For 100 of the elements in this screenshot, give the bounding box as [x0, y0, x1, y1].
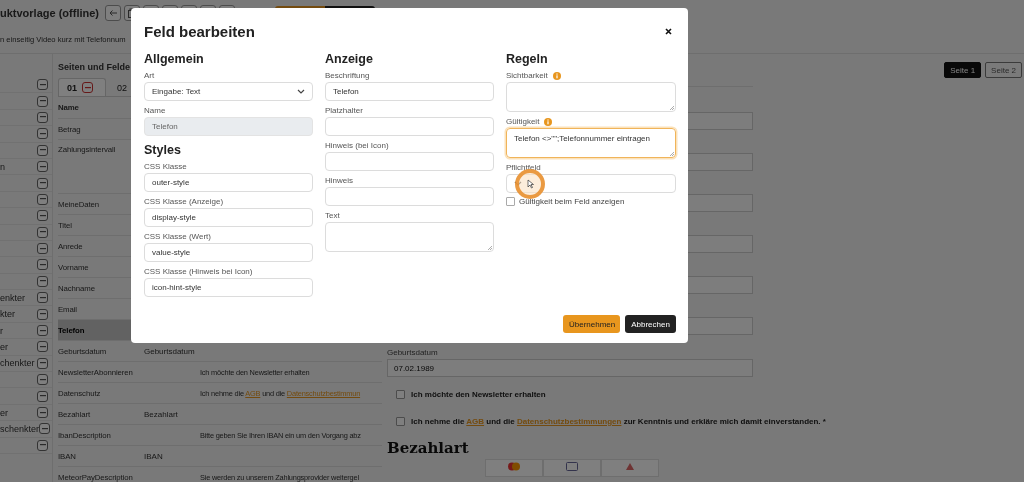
remove-button[interactable]	[37, 226, 48, 238]
minus-icon	[39, 264, 46, 266]
input-field[interactable]	[325, 152, 494, 171]
minus-icon	[84, 86, 91, 89]
input-field[interactable]: icon-hint-style	[144, 278, 313, 297]
sidebar-item[interactable]: schenkter	[0, 423, 40, 434]
sidebar-item[interactable]: er	[0, 407, 8, 418]
table-cell-text: IBAN	[144, 451, 164, 461]
chevron-down-icon	[297, 89, 305, 94]
field-label: Platzhalter	[325, 106, 363, 115]
cursor-icon	[526, 179, 534, 189]
field-label: Hinweis	[325, 176, 353, 185]
remove-button[interactable]	[37, 177, 48, 189]
checkbox-label: Gültigkeit beim Feld anzeigen	[519, 197, 625, 206]
checkbox[interactable]	[506, 197, 515, 206]
remove-button[interactable]	[37, 325, 48, 337]
remove-button[interactable]	[37, 243, 48, 255]
remove-button[interactable]	[39, 423, 51, 435]
payment-option[interactable]	[485, 459, 543, 477]
remove-button[interactable]	[37, 275, 48, 287]
input-field[interactable]	[325, 117, 494, 136]
remove-button[interactable]	[82, 82, 93, 93]
field-label: Art	[144, 71, 155, 80]
page-tab[interactable]: 01	[58, 78, 106, 96]
field-label: Pflichtfeld	[506, 163, 541, 172]
minus-icon	[41, 427, 48, 430]
sidebar-item[interactable]: er	[0, 341, 8, 352]
minus-icon	[39, 362, 46, 365]
remove-button[interactable]	[37, 374, 48, 386]
remove-button[interactable]	[37, 161, 48, 173]
minus-icon	[39, 100, 46, 103]
toolbar-button[interactable]	[105, 5, 121, 21]
minus-icon	[39, 280, 46, 283]
checkbox[interactable]	[396, 389, 405, 399]
field-label: Sichtbarkeit	[506, 71, 548, 80]
remove-button[interactable]	[37, 79, 48, 91]
input-field[interactable]: outer-style	[144, 173, 313, 192]
minus-icon	[39, 444, 46, 447]
minus-icon	[39, 165, 46, 168]
resize-handle-icon	[669, 105, 674, 110]
minus-icon	[39, 329, 46, 332]
minus-icon	[39, 182, 46, 185]
remove-button[interactable]	[37, 341, 48, 353]
remove-button[interactable]	[37, 144, 48, 156]
tab-label[interactable]: 01	[67, 82, 77, 93]
input-field[interactable]: display-style	[144, 208, 313, 227]
input-field[interactable]: value-style	[144, 243, 313, 262]
remove-button[interactable]	[37, 259, 48, 271]
select-field[interactable]: Eingabe: Text	[144, 82, 313, 101]
select-field[interactable]	[506, 174, 676, 193]
checkbox[interactable]	[396, 416, 405, 426]
section-heading: Styles	[144, 143, 182, 157]
chevron-down-icon	[514, 181, 522, 186]
remove-button[interactable]	[37, 357, 48, 369]
minus-icon	[39, 149, 46, 152]
page-button[interactable]: Seite 1	[944, 62, 982, 78]
remove-button[interactable]	[37, 292, 48, 304]
minus-icon	[39, 231, 46, 234]
remove-button[interactable]	[37, 407, 48, 418]
checkbox-label: Ich möchte den Newsletter erhalten	[411, 389, 546, 399]
remove-button[interactable]	[37, 193, 48, 205]
minus-icon	[39, 132, 46, 135]
close-button[interactable]	[663, 25, 674, 37]
input-field[interactable]	[325, 187, 494, 206]
remove-button[interactable]	[37, 95, 48, 107]
checkbox-label: Ich nehme die AGB und die Datenschutzbestimmungen zur Kenntnis und erkläre mich damit einverstanden. *	[411, 416, 826, 426]
remove-button[interactable]	[37, 439, 48, 451]
payment-option[interactable]	[543, 459, 601, 477]
apply-button[interactable]: Übernehmen	[563, 315, 620, 333]
sidebar-item[interactable]: r	[0, 325, 3, 336]
input-field[interactable]: 07.02.1989	[387, 359, 753, 377]
sidebar-item[interactable]: kter	[0, 309, 15, 320]
field-label: CSS Klasse (Anzeige)	[144, 197, 224, 206]
logo-icon	[624, 462, 636, 471]
sidebar-item[interactable]: chenkter	[0, 358, 35, 369]
remove-button[interactable]	[37, 210, 48, 222]
cancel-button[interactable]: Abbrechen	[625, 315, 676, 333]
sidebar-item[interactable]: enkter	[0, 292, 25, 303]
input-field[interactable]: Telefon	[325, 82, 494, 101]
minus-icon	[39, 296, 46, 299]
minus-icon	[39, 116, 46, 119]
section-heading: Anzeige	[325, 52, 374, 66]
remove-button[interactable]	[37, 390, 48, 402]
payment-option[interactable]	[601, 459, 659, 477]
minus-icon	[39, 411, 46, 414]
remove-button[interactable]	[37, 128, 48, 140]
field-label: CSS Klasse (Wert)	[144, 232, 211, 241]
text-area[interactable]: Telefon <>"";Telefonnummer eintragen	[506, 128, 676, 158]
table-cell-text: Bezahlart	[144, 409, 179, 419]
remove-button[interactable]	[37, 111, 48, 123]
remove-button[interactable]	[37, 308, 48, 320]
minus-icon	[39, 247, 46, 250]
resize-handle-icon	[487, 245, 492, 250]
page-button[interactable]: Seite 2	[985, 62, 1022, 78]
tab-label[interactable]: 02	[117, 82, 127, 93]
sidebar-item[interactable]: n	[0, 161, 5, 172]
minus-icon	[39, 198, 46, 201]
field-label: Hinweis (bei Icon)	[325, 141, 389, 150]
minus-icon	[39, 345, 46, 348]
minus-icon	[39, 395, 46, 398]
